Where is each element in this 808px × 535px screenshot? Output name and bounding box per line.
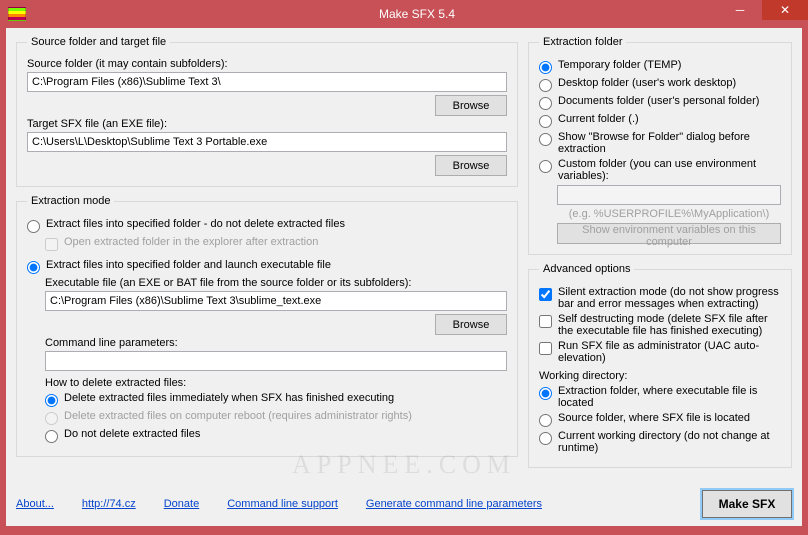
radio-extract-nodelete[interactable]: Extract files into specified folder - do… [27,218,507,233]
group-extraction-folder: Extraction folder Temporary folder (TEMP… [528,36,792,255]
radio-wd-source[interactable]: Source folder, where SFX file is located [539,412,781,427]
cmd-params-label: Command line parameters: [45,337,507,349]
radio-wd-extraction[interactable]: Extraction folder, where executable file… [539,385,781,409]
link-cmd-support[interactable]: Command line support [227,498,338,510]
close-button[interactable]: ✕ [762,0,808,20]
client-area: Source folder and target file Source fol… [6,28,802,526]
link-gen-params[interactable]: Generate command line parameters [366,498,542,510]
titlebar: Make SFX 5.4 ─ ✕ [0,0,808,28]
executable-file-input[interactable] [45,291,507,311]
radio-delete-reboot: Delete extracted files on computer reboo… [45,410,507,425]
window-buttons: ─ ✕ [718,0,808,20]
minimize-button[interactable]: ─ [718,0,762,20]
radio-folder-documents[interactable]: Documents folder (user's personal folder… [539,95,781,110]
link-about[interactable]: About... [16,498,54,510]
target-file-label: Target SFX file (an EXE file): [27,118,507,130]
radio-folder-browse-dialog-label: Show "Browse for Folder" dialog before e… [558,131,781,155]
executable-file-label: Executable file (an EXE or BAT file from… [45,277,507,289]
radio-extract-launch-label: Extract files into specified folder and … [46,259,331,271]
footer: About... http://74.cz Donate Command lin… [16,490,792,518]
legend-extraction-folder: Extraction folder [539,36,626,48]
browse-executable-button[interactable]: Browse [435,314,507,335]
radio-delete-immediately-label: Delete extracted files immediately when … [64,392,394,404]
check-self-destruct-label: Self destructing mode (delete SFX file a… [558,313,781,337]
legend-extraction-mode: Extraction mode [27,195,114,207]
check-self-destruct[interactable]: Self destructing mode (delete SFX file a… [539,313,781,337]
radio-extract-nodelete-label: Extract files into specified folder - do… [46,218,345,230]
app-icon [8,7,26,21]
radio-extract-launch[interactable]: Extract files into specified folder and … [27,259,507,274]
radio-wd-extraction-label: Extraction folder, where executable file… [558,385,781,409]
check-open-after-label: Open extracted folder in the explorer af… [64,236,318,248]
radio-delete-no[interactable]: Do not delete extracted files [45,428,507,443]
legend-source-target: Source folder and target file [27,36,170,48]
radio-wd-current-label: Current working directory (do not change… [558,430,781,454]
window-title: Make SFX 5.4 [26,7,808,21]
radio-folder-current[interactable]: Current folder (.) [539,113,781,128]
link-site[interactable]: http://74.cz [82,498,136,510]
group-extraction-mode: Extraction mode Extract files into speci… [16,195,518,457]
check-silent-mode-label: Silent extraction mode (do not show prog… [558,286,781,310]
radio-folder-temp[interactable]: Temporary folder (TEMP) [539,59,781,74]
custom-folder-hint: (e.g. %USERPROFILE%\MyApplication\) [557,208,781,220]
radio-folder-temp-label: Temporary folder (TEMP) [558,59,681,71]
browse-source-button[interactable]: Browse [435,95,507,116]
radio-folder-custom-label: Custom folder (you can use environment v… [558,158,781,182]
radio-folder-current-label: Current folder (.) [558,113,639,125]
check-open-after: Open extracted folder in the explorer af… [45,236,507,251]
source-folder-input[interactable] [27,72,507,92]
legend-advanced-options: Advanced options [539,263,634,275]
radio-folder-desktop-label: Desktop folder (user's work desktop) [558,77,736,89]
check-silent-mode[interactable]: Silent extraction mode (do not show prog… [539,286,781,310]
browse-target-button[interactable]: Browse [435,155,507,176]
source-folder-label: Source folder (it may contain subfolders… [27,58,507,70]
radio-folder-browse-dialog[interactable]: Show "Browse for Folder" dialog before e… [539,131,781,155]
group-source-target: Source folder and target file Source fol… [16,36,518,187]
radio-folder-documents-label: Documents folder (user's personal folder… [558,95,759,107]
radio-delete-no-label: Do not delete extracted files [64,428,200,440]
howto-delete-label: How to delete extracted files: [45,377,507,389]
check-run-admin[interactable]: Run SFX file as administrator (UAC auto-… [539,340,781,364]
link-donate[interactable]: Donate [164,498,199,510]
make-sfx-button[interactable]: Make SFX [702,490,792,518]
group-advanced-options: Advanced options Silent extraction mode … [528,263,792,468]
custom-folder-input [557,185,781,205]
radio-delete-reboot-label: Delete extracted files on computer reboo… [64,410,412,422]
cmd-params-input[interactable] [45,351,507,371]
show-env-vars-button: Show environment variables on this compu… [557,223,781,244]
working-directory-label: Working directory: [539,370,781,382]
radio-folder-custom[interactable]: Custom folder (you can use environment v… [539,158,781,182]
check-run-admin-label: Run SFX file as administrator (UAC auto-… [558,340,781,364]
radio-wd-current[interactable]: Current working directory (do not change… [539,430,781,454]
radio-delete-immediately[interactable]: Delete extracted files immediately when … [45,392,507,407]
target-file-input[interactable] [27,132,507,152]
radio-wd-source-label: Source folder, where SFX file is located [558,412,750,424]
radio-folder-desktop[interactable]: Desktop folder (user's work desktop) [539,77,781,92]
